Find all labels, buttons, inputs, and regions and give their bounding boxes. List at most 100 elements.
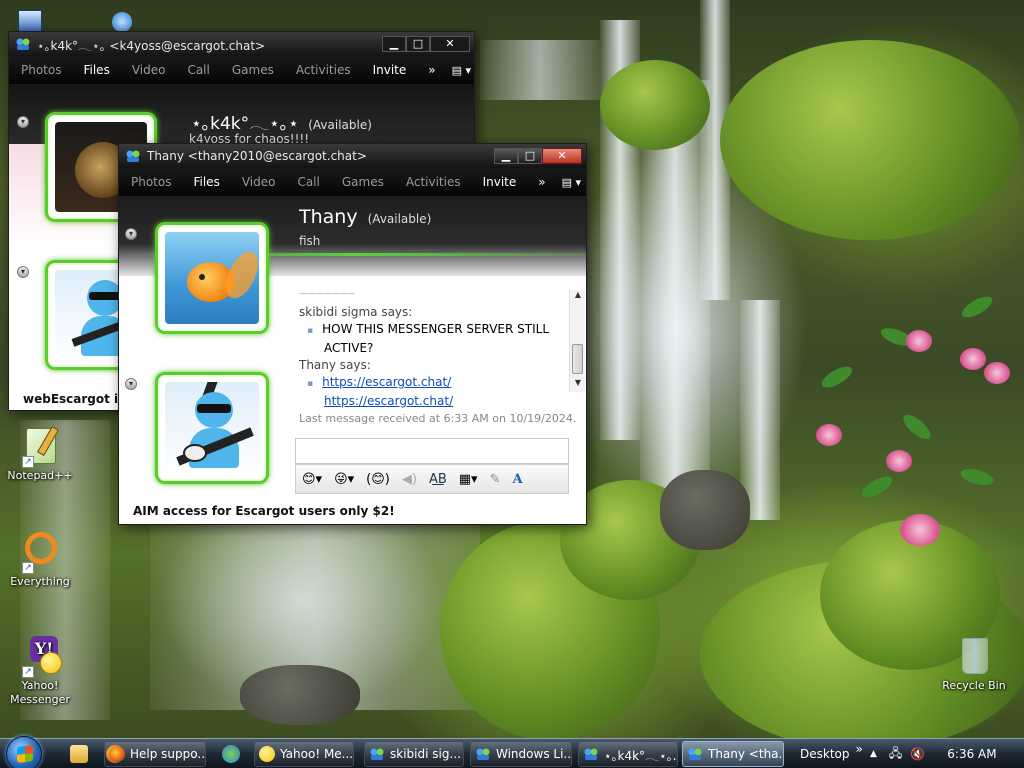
everything-icon: ↗ [20,532,60,574]
scroll-down-arrow[interactable]: ▼ [570,378,586,387]
menu-call[interactable]: Call [187,63,209,77]
more-menu-chevron[interactable]: » [538,175,545,189]
menu-games[interactable]: Games [232,63,274,77]
menu-call[interactable]: Call [297,175,319,189]
wlm-icon [475,746,491,762]
computer-icon[interactable] [18,10,42,32]
shortcut-arrow-icon: ↗ [22,562,34,574]
collapse-button[interactable]: ▾ [125,228,137,240]
conversation-menubar: Photos Files Video Call Games Activities… [9,56,474,84]
collapse-button[interactable]: ▾ [125,378,137,390]
desktop-icon-recycle-bin[interactable]: Recycle Bin [934,636,1014,692]
footer-ad[interactable]: AIM access for Escargot users only $2! [133,504,395,518]
handwriting-icon[interactable]: ✎ [490,472,501,487]
taskbar-item-k4k[interactable]: ⋆｡k4k°⁠𓂃⋆｡... [578,741,678,767]
collapse-button[interactable]: ▾ [17,266,29,278]
menu-video[interactable]: Video [132,63,166,77]
desktop-toolbar[interactable]: Desktop » [800,739,863,768]
wlm-quicklaunch-icon[interactable] [222,745,240,763]
system-tray: ▲ 🖧 🔇 6:36 AM [870,739,997,768]
collapse-button[interactable]: ▾ [17,116,29,128]
contact-name: Thany (Available) [299,206,432,228]
options-menu-icon[interactable]: ▤ ▾ [452,64,471,77]
message-sender: Thany says: [299,358,371,372]
explorer-quicklaunch-icon[interactable] [70,745,88,763]
taskbar: Help suppo... Yahoo! Me... skibidi sig..… [0,736,1024,768]
contact-name: ⋆｡k4k°⁠𓂃⋆｡⋆ (Available) [191,114,372,134]
taskbar-item-help-support[interactable]: Help suppo... [104,741,206,767]
options-menu-icon[interactable]: ▤ ▾ [562,176,581,189]
taskbar-item-thany[interactable]: Thany <tha... [682,741,784,767]
menu-activities[interactable]: Activities [296,63,351,77]
desktop-icon-label: Recycle Bin [942,679,1006,692]
menu-photos[interactable]: Photos [21,63,61,77]
firefox-icon [109,746,125,762]
maximize-button[interactable]: □ [406,36,430,52]
close-button[interactable]: ✕ [542,148,582,164]
minimize-button[interactable]: ▁ [382,36,406,52]
desktop-icon-yahoo-messenger[interactable]: Y! ↗ Yahoo! Messenger [0,636,80,707]
contact-status: (Available) [367,212,432,226]
scroll-up-arrow[interactable]: ▲ [570,290,586,299]
conversation-window-thany[interactable]: Thany <thany2010@escargot.chat> ▁ □ ✕ Ph… [118,143,587,525]
text-format-icon[interactable]: A [512,472,522,487]
menu-video[interactable]: Video [242,175,276,189]
wink-button[interactable]: 😜▾ [334,472,354,487]
more-menu-chevron[interactable]: » [428,63,435,77]
maximize-button[interactable]: □ [518,148,542,164]
window-titlebar[interactable]: ⋆｡k4k°⁠𓂃⋆｡ <k4yoss@escargot.chat> ▁ □ ✕ [9,32,474,56]
emoticon-button[interactable]: 😊▾ [302,472,322,487]
toolbar-chevron[interactable]: » [856,742,863,756]
pink-flower [886,450,912,472]
contact-avatar[interactable] [155,222,269,334]
desktop-icon-label: Everything [10,575,70,588]
close-button[interactable]: ✕ [430,36,470,52]
menu-invite[interactable]: Invite [483,175,517,189]
window-titlebar[interactable]: Thany <thany2010@escargot.chat> ▁ □ ✕ [119,144,586,168]
conversation-menubar: Photos Files Video Call Games Activities… [119,168,586,196]
recycle-bin-icon [954,636,994,676]
clock[interactable]: 6:36 AM [947,747,996,761]
menu-games[interactable]: Games [342,175,384,189]
pink-flower [984,362,1010,384]
pink-flower [906,330,932,352]
pink-flower [960,348,986,370]
scroll-thumb[interactable] [572,344,583,374]
desktop-icon-everything[interactable]: ↗ Everything [0,532,80,588]
menu-files[interactable]: Files [83,63,109,77]
taskbar-item-skibidi[interactable]: skibidi sig... [364,741,464,767]
message-divider: ——————— [299,289,355,298]
yahoo-messenger-icon: Y! ↗ [20,636,62,678]
desktop-icon-notepadpp[interactable]: ↗ Notepad++ [0,426,80,482]
background-icon[interactable]: ▦▾ [459,472,478,487]
conversation-scrollbar[interactable]: ▲ ▼ [569,290,585,392]
network-icon[interactable] [112,12,132,32]
pink-flower [816,424,842,446]
message-sender: skibidi sigma says: [299,305,413,319]
wlm-icon [15,36,31,52]
avatar-goldfish-image [165,232,259,324]
personal-message: fish [299,234,321,248]
my-avatar[interactable] [155,372,269,484]
taskbar-item-windows-live[interactable]: Windows Li... [470,741,572,767]
minimize-button[interactable]: ▁ [494,148,518,164]
notepadpp-icon: ↗ [20,426,60,468]
show-hidden-icons-arrow[interactable]: ▲ [870,749,877,759]
desktop-icon-label: Notepad++ [7,469,73,482]
voice-clip-icon[interactable]: ◀) [402,472,417,487]
network-tray-icon[interactable]: 🖧 [889,744,902,765]
menu-activities[interactable]: Activities [406,175,461,189]
nudge-button[interactable]: (😊) [366,472,390,487]
message-input[interactable] [295,438,569,464]
menu-photos[interactable]: Photos [131,175,171,189]
menu-files[interactable]: Files [193,175,219,189]
pink-flower [900,514,940,546]
start-button[interactable] [6,736,42,768]
avatar-guitarist-image [165,382,259,474]
taskbar-item-yahoo-messenger[interactable]: Yahoo! Me... [254,741,354,767]
font-icon[interactable]: A͟B [429,472,447,487]
menu-invite[interactable]: Invite [373,63,407,77]
message-link[interactable]: https://escargot.chat/https://escargot.c… [307,374,569,410]
yahoo-messenger-icon [259,746,275,762]
volume-muted-icon[interactable]: 🔇 [910,747,925,761]
